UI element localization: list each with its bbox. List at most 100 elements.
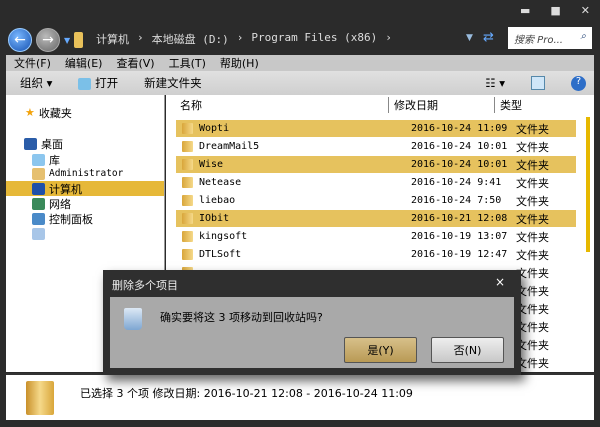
- desktop-icon: [24, 137, 37, 150]
- folder-icon: [182, 249, 193, 260]
- view-options-icon[interactable]: ☷ ▾: [485, 76, 505, 90]
- file-date: 2016-10-19 13:07: [411, 231, 508, 242]
- file-name: liebao: [199, 195, 236, 206]
- crumb-folder[interactable]: Program Files (x86): [251, 31, 377, 47]
- menu-view[interactable]: 查看(V): [116, 55, 154, 71]
- dialog-body: 确实要将这 3 项移动到回收站吗? 是(Y) 否(N): [110, 297, 514, 368]
- sidebar-item-library[interactable]: 库: [6, 152, 164, 167]
- crumb-computer[interactable]: 计算机: [96, 31, 129, 47]
- sidebar-item-favorites[interactable]: ★ 收藏夹: [6, 105, 164, 120]
- new-folder-button[interactable]: 新建文件夹: [144, 75, 202, 91]
- sidebar-item-desktop[interactable]: 桌面: [6, 136, 164, 151]
- dialog-message: 确实要将这 3 项移动到回收站吗?: [160, 311, 323, 324]
- column-type[interactable]: 类型: [494, 97, 522, 113]
- file-row[interactable]: DTLSoft 2016-10-19 12:47 文件夹: [176, 246, 576, 263]
- sidebar-item-recycle[interactable]: [6, 226, 164, 241]
- no-button[interactable]: 否(N): [431, 337, 504, 363]
- dialog-close-button[interactable]: ×: [495, 275, 505, 289]
- file-date: 2016-10-24 10:01: [411, 159, 508, 170]
- file-name: IObit: [199, 213, 230, 224]
- back-button[interactable]: ←: [8, 28, 32, 52]
- file-type: 文件夹: [516, 158, 549, 172]
- file-type: 文件夹: [516, 176, 549, 190]
- file-row[interactable]: DreamMail5 2016-10-24 10:01 文件夹: [176, 138, 576, 155]
- preview-pane-icon[interactable]: [531, 76, 545, 90]
- menu-file[interactable]: 文件(F): [14, 55, 51, 71]
- file-row[interactable]: IObit 2016-10-21 12:08 文件夹: [176, 210, 576, 227]
- maximize-button[interactable]: ■: [550, 4, 560, 17]
- folder-icon: [26, 381, 54, 415]
- menu-help[interactable]: 帮助(H): [220, 55, 259, 71]
- toolbar: 组织 ▾ 打开 新建文件夹 ☷ ▾ ?: [6, 71, 594, 95]
- label: 桌面: [41, 137, 63, 151]
- file-type: 文件夹: [516, 212, 549, 226]
- open-icon: [78, 77, 92, 90]
- file-name: Netease: [199, 177, 242, 188]
- file-row[interactable]: Netease 2016-10-24 9:41 文件夹: [176, 174, 576, 191]
- file-row[interactable]: kingsoft 2016-10-19 13:07 文件夹: [176, 228, 576, 245]
- folder-icon: [182, 231, 193, 242]
- user-folder-icon: [32, 167, 45, 180]
- crumb-drive[interactable]: 本地磁盘 (D:): [152, 31, 229, 47]
- column-headers: 名称 修改日期 类型: [166, 95, 580, 115]
- dialog-title: 删除多个项目: [112, 279, 178, 292]
- file-date: 2016-10-24 11:09: [411, 123, 508, 134]
- folder-icon: [182, 177, 193, 188]
- file-date: 2016-10-19 12:47: [411, 249, 508, 260]
- details-pane: 已选择 3 个项 修改日期: 2016-10-21 12:08 - 2016-1…: [6, 373, 594, 420]
- sidebar-item-control-panel[interactable]: 控制面板: [6, 211, 164, 226]
- folder-icon: [182, 141, 193, 152]
- file-name: kingsoft: [199, 231, 248, 242]
- help-icon[interactable]: ?: [571, 75, 586, 91]
- sidebar-item-administrator[interactable]: Administrator: [6, 166, 164, 181]
- column-name[interactable]: 名称: [166, 97, 388, 113]
- column-date[interactable]: 修改日期: [388, 97, 488, 113]
- file-name: DreamMail5: [199, 141, 260, 152]
- label: 网络: [49, 197, 71, 211]
- label: Administrator: [49, 168, 124, 179]
- folder-icon: [182, 213, 193, 224]
- file-type: 文件夹: [516, 122, 549, 136]
- file-name: Wopti: [199, 123, 230, 134]
- close-button[interactable]: ✕: [581, 4, 590, 17]
- file-type: 文件夹: [516, 140, 549, 154]
- address-dropdown-icon[interactable]: ▼: [466, 33, 473, 43]
- menu-bar: 文件(F) 编辑(E) 查看(V) 工具(T) 帮助(H): [6, 55, 594, 71]
- sidebar-item-network[interactable]: 网络: [6, 196, 164, 211]
- file-type: 文件夹: [516, 230, 549, 244]
- menu-edit[interactable]: 编辑(E): [65, 55, 103, 71]
- history-dropdown-icon[interactable]: ▼: [64, 36, 70, 45]
- scrollbar-thumb[interactable]: [586, 117, 590, 252]
- search-input[interactable]: 搜索 Pro... ⌕: [508, 27, 592, 49]
- refresh-icon[interactable]: ⇄: [483, 30, 494, 45]
- network-icon: [32, 197, 45, 210]
- file-type: 文件夹: [516, 248, 549, 262]
- recycle-bin-icon: [124, 308, 142, 330]
- label: 计算机: [49, 182, 82, 196]
- forward-button[interactable]: →: [36, 28, 60, 52]
- breadcrumb: 计算机 › 本地磁盘 (D:) › Program Files (x86) ›: [96, 31, 392, 47]
- file-row[interactable]: liebao 2016-10-24 7:50 文件夹: [176, 192, 576, 209]
- open-button[interactable]: 打开: [78, 75, 118, 91]
- menu-tools[interactable]: 工具(T): [169, 55, 206, 71]
- sidebar-item-computer[interactable]: 计算机: [6, 181, 164, 196]
- folder-icon: [182, 123, 193, 134]
- yes-button[interactable]: 是(Y): [344, 337, 417, 363]
- library-icon: [32, 153, 45, 166]
- file-date: 2016-10-21 12:08: [411, 213, 508, 224]
- folder-icon: [74, 32, 84, 48]
- minimize-button[interactable]: ▬: [520, 4, 530, 17]
- recycle-bin-icon: [32, 227, 45, 240]
- label: 收藏夹: [38, 106, 72, 120]
- file-name: Wise: [199, 159, 224, 170]
- status-text: 已选择 3 个项 修改日期: 2016-10-21 12:08 - 2016-1…: [80, 387, 413, 400]
- window-controls: ▬ ■ ✕: [520, 4, 590, 17]
- search-icon: ⌕: [580, 31, 586, 42]
- folder-icon: [182, 159, 193, 170]
- file-type: 文件夹: [516, 194, 549, 208]
- file-row[interactable]: Wise 2016-10-24 10:01 文件夹: [176, 156, 576, 173]
- organize-button[interactable]: 组织 ▾: [20, 75, 52, 91]
- file-date: 2016-10-24 7:50: [411, 195, 502, 206]
- delete-dialog: 删除多个项目 × 确实要将这 3 项移动到回收站吗? 是(Y) 否(N): [103, 270, 521, 375]
- file-row[interactable]: Wopti 2016-10-24 11:09 文件夹: [176, 120, 576, 137]
